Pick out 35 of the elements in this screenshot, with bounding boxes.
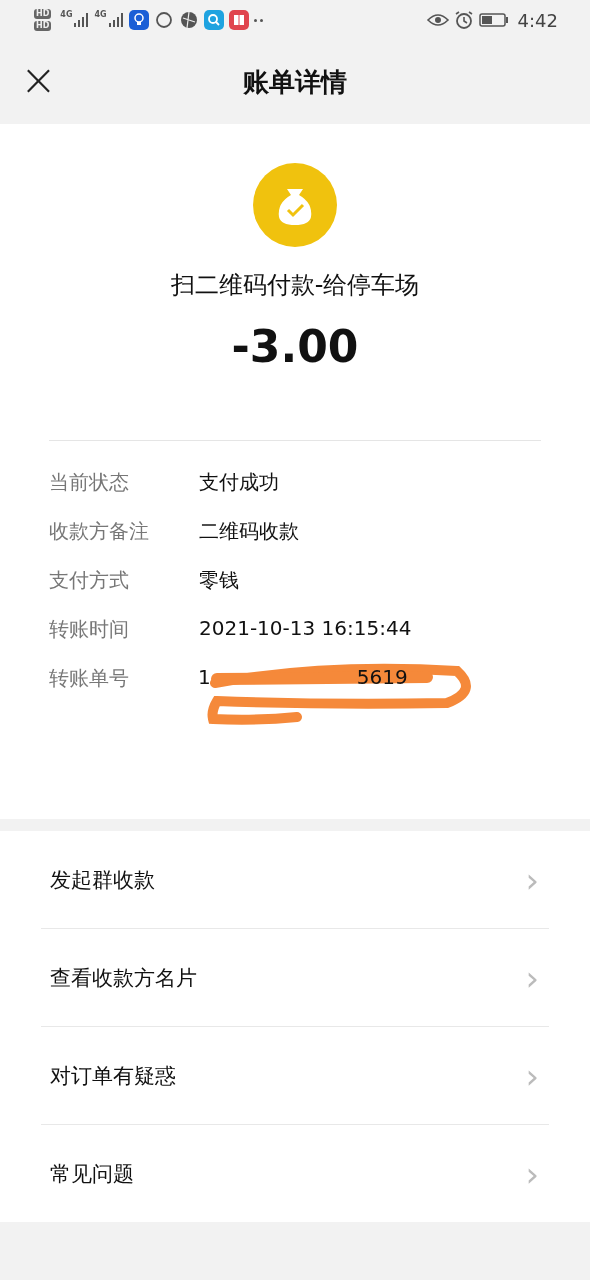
circle-icon [153, 10, 174, 30]
menu-item[interactable]: 查看收款方名片 › [41, 929, 549, 1027]
menu-item[interactable]: 常见问题 › [41, 1125, 549, 1222]
sim-label: HD [34, 9, 52, 19]
detail-label: 支付方式 [49, 567, 130, 594]
detail-value: 二维码收款 [199, 518, 299, 545]
payment-title: 扫二维码付款-给停车场 [170, 270, 420, 301]
detail-value: 2021-10-13 16:15:44 [199, 616, 412, 640]
detail-value: 支付成功 [199, 469, 279, 496]
sim-label: HD [34, 21, 52, 31]
bulb-app-icon [128, 10, 149, 30]
search-app-icon [203, 10, 224, 30]
payment-amount: -3.00 [231, 321, 359, 372]
menu-item[interactable]: 对订单有疑惑 › [41, 1027, 549, 1125]
money-bag-icon [253, 163, 337, 247]
detail-label: 转账单号 [49, 665, 130, 692]
detail-label: 当前状态 [49, 469, 130, 496]
order-number-fragment: 5619 [356, 665, 408, 689]
detail-value: 零钱 [199, 567, 239, 594]
signal-icon [73, 12, 90, 28]
book-app-icon [228, 10, 249, 30]
page-title: 账单详情 [243, 65, 347, 99]
signal-icon [107, 12, 124, 28]
alarm-icon [453, 10, 474, 30]
menu-item[interactable]: 发起群收款 › [41, 831, 549, 929]
network-label: 4G [94, 10, 107, 19]
clock-time: 4:42 [517, 9, 558, 31]
order-number-fragment: 1 [198, 665, 211, 689]
battery-icon [478, 12, 509, 28]
detail-label: 收款方备注 [49, 518, 150, 545]
close-button[interactable]: × [14, 54, 63, 106]
network-label: 4G [60, 10, 73, 19]
detail-label: 转账时间 [49, 616, 130, 643]
more-icon [253, 18, 263, 22]
globe-icon [178, 10, 199, 30]
